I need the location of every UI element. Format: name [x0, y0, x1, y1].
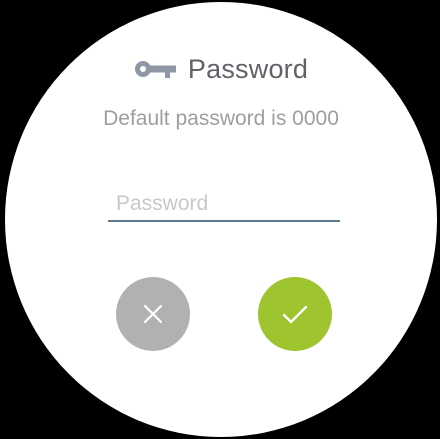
- close-icon: [143, 304, 163, 324]
- dialog-title: Password: [187, 53, 309, 84]
- dialog-subtitle: Default password is 0000: [103, 107, 339, 130]
- dialog-header: Password: [5, 52, 437, 86]
- cancel-button[interactable]: [116, 277, 190, 351]
- key-icon: [134, 59, 178, 79]
- screen: Password Default password is 0000: [0, 0, 440, 439]
- confirm-button[interactable]: [258, 277, 332, 351]
- watch-face: Password Default password is 0000: [5, 2, 437, 437]
- check-icon: [282, 305, 308, 324]
- password-input[interactable]: [108, 188, 340, 222]
